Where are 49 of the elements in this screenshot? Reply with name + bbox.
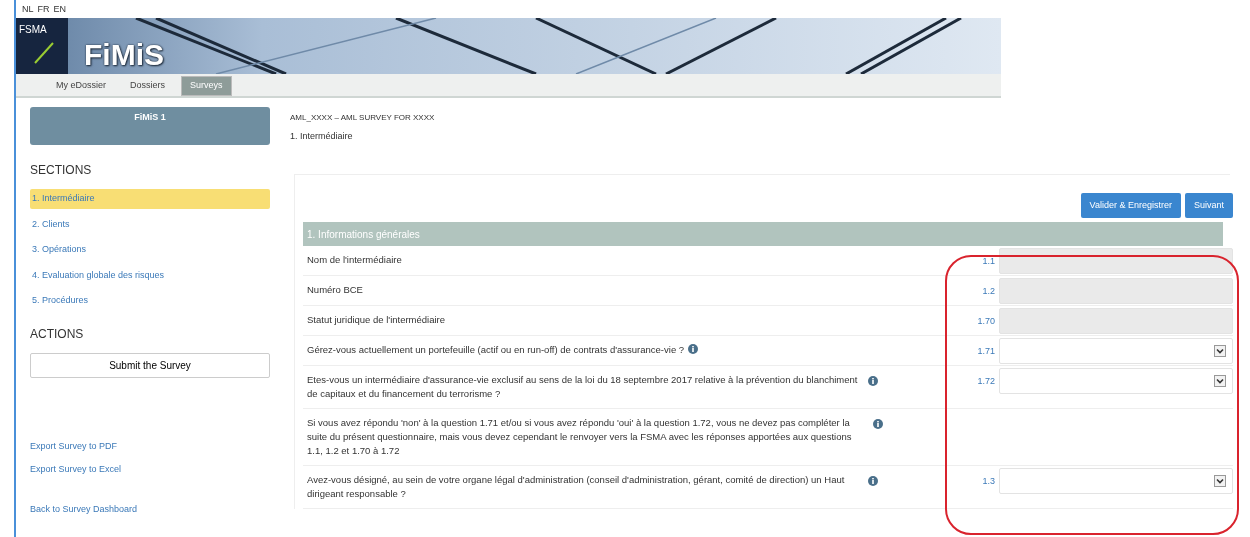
question-number: 1.1 (981, 255, 995, 268)
dropdown-arrow-icon (1214, 375, 1226, 387)
info-icon[interactable] (688, 344, 699, 354)
nav-tab[interactable]: Dossiers (122, 76, 174, 96)
question-label: Statut juridique de l'intermédiaire (307, 314, 446, 325)
language-link[interactable]: FR (37, 3, 50, 15)
logo-text: FSMA (19, 23, 48, 37)
back-link[interactable]: Back to Survey Dashboard (30, 502, 138, 516)
question-number: 1.3 (981, 475, 995, 488)
question-number: 1.70 (977, 315, 995, 328)
sections-heading: SECTIONS (30, 162, 93, 179)
section-item[interactable]: 5. Procédures (30, 291, 270, 311)
info-icon[interactable] (868, 476, 879, 486)
select-field[interactable] (999, 338, 1233, 364)
info-icon[interactable] (873, 419, 883, 429)
question-label: Etes-vous un intermédiaire d'assurance-vie exclusif au sens de la loi du 18 septembre 2017 relative à la prévention du blanchiment de capitaux et du financement du terrorisme ? (307, 374, 858, 399)
question-label: Gérez-vous actuellement un portefeuille (actif ou en run-off) de contrats d'assurance-vie ? (307, 344, 685, 355)
slash-icon (33, 41, 55, 65)
question-number: 1.2 (981, 285, 995, 298)
section-item[interactable]: 1. Intermédiaire (30, 189, 270, 209)
survey-panel-title: FiMiS 1 (30, 107, 270, 145)
question-label: Numéro BCE (307, 284, 363, 295)
select-field[interactable] (999, 468, 1233, 494)
question-label: Nom de l'intermédiaire (307, 254, 402, 265)
question-number: 1.71 (977, 345, 995, 358)
next-button[interactable]: Suivant (1184, 192, 1233, 218)
question-number: 1.72 (977, 375, 995, 388)
dropdown-arrow-icon (1214, 345, 1226, 357)
select-field[interactable] (999, 368, 1233, 394)
section-item[interactable]: 4. Evaluation globale des risques (30, 265, 270, 285)
app-title: FiMiS (84, 37, 164, 73)
section-title: 1. Intermédiaire (290, 130, 354, 143)
nav-tab[interactable]: Surveys (181, 76, 232, 96)
section-item[interactable]: 2. Clients (30, 214, 270, 234)
nav-tab[interactable]: My eDossier (48, 76, 114, 96)
section-item[interactable]: 3. Opérations (30, 240, 270, 260)
group-header: 1. Informations générales (303, 222, 1223, 246)
question-label: Si vous avez répondu 'non' à la question 1.71 et/ou si vous avez répondu 'oui' à la question 1.72, vous ne devez pas compléter la suite du présent questionnaire, mais vous devez cependant le renvoyer vers la FSMA avec les réponses apportées aux questions 1.1, 1.2 et 1.70 à 1.72 (307, 417, 852, 456)
language-link[interactable]: NL (22, 3, 34, 15)
export-link[interactable]: Export Survey to Excel (30, 463, 122, 477)
export-link[interactable]: Export Survey to PDF (30, 439, 118, 453)
survey-title: AML_XXXX – AML SURVEY FOR XXXX (290, 112, 436, 124)
language-link[interactable]: EN (53, 3, 67, 15)
save-button[interactable]: Valider & Enregistrer (1080, 192, 1181, 218)
question-label: Avez-vous désigné, au sein de votre organe légal d'administration (conseil d'administration, gérant, comité de direction) un Haut dirigeant responsable ? (307, 474, 845, 499)
dropdown-arrow-icon (1214, 475, 1226, 487)
submit-button[interactable]: Submit the Survey (30, 352, 270, 378)
actions-heading: ACTIONS (30, 325, 85, 343)
info-icon[interactable] (868, 376, 879, 386)
